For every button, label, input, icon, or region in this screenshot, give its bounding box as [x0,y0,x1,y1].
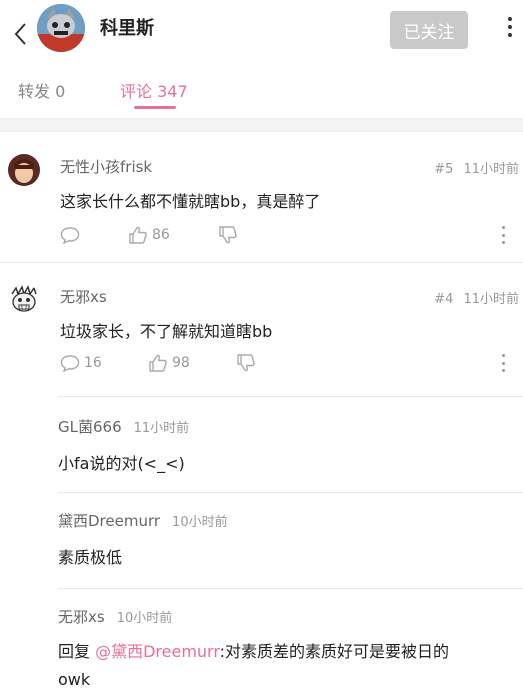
back-button[interactable] [8,20,32,48]
reply-text: 小fa说的对(<_<) [58,454,185,473]
comment-author[interactable]: 无邪xs [60,286,107,307]
reply-button[interactable] [60,226,84,244]
like-count: 98 [172,355,190,371]
like-button[interactable]: 98 [148,354,190,372]
active-tab-indicator [134,106,176,109]
reply-button[interactable]: 16 [60,354,102,372]
comment-time: 11小时前 [463,292,519,307]
comment-time: 11小时前 [463,162,519,177]
comment-item: 无性小孩frisk #5 11小时前 这家长什么都不懂就瞎bb，真是醉了 86 [0,132,523,262]
comment-text: 垃圾家长，不了解就知道瞎bb [60,322,273,341]
comment-bubble-icon [60,355,80,372]
follow-button[interactable]: 已关注 [390,11,468,49]
comment-meta: #5 11小时前 [424,158,519,177]
reply-item: GL菌666 11小时前 小fa说的对(<_<) [0,396,523,492]
tab-comments[interactable]: 评论 347 [120,78,188,102]
thumbs-up-icon [129,226,147,244]
avatar[interactable] [8,284,40,316]
comment-floor: #5 [434,162,454,177]
reply-count: 16 [84,355,102,371]
reply-item: 黛西Dreemurr 10小时前 素质极低 [0,492,523,588]
comment-meta: #4 11小时前 [424,288,519,307]
thumbs-down-icon [237,354,255,372]
thumbs-up-icon [149,354,167,372]
comment-floor: #4 [434,292,454,307]
reply-prefix: 回复 [58,642,96,661]
reply-author-line: 黛西Dreemurr 10小时前 [58,510,228,531]
top-bar: 科里斯 已关注 [0,0,523,62]
dislike-button[interactable] [218,226,242,244]
thumbs-down-icon [219,226,237,244]
more-vertical-icon[interactable] [500,14,520,40]
like-count: 86 [152,227,170,243]
reply-text: 回复 @黛西Dreemurr:对素质差的素质好可是要被日的 owk [58,638,518,694]
avatar[interactable] [8,154,40,186]
reply-author[interactable]: 黛西Dreemurr [58,512,160,530]
comment-more-icon[interactable] [500,226,506,244]
reply-author-line: 无邪xs 10小时前 [58,606,172,627]
dislike-button[interactable] [236,354,260,372]
reply-author-line: GL菌666 11小时前 [58,416,189,437]
tab-repost[interactable]: 转发 0 [18,78,65,102]
section-separator [0,118,523,132]
page-title: 科里斯 [100,18,154,39]
reply-body-line2: owk [58,670,91,689]
mention-link[interactable]: @黛西Dreemurr [95,642,220,661]
reply-time: 10小时前 [116,611,173,626]
reply-author[interactable]: GL菌666 [58,418,122,436]
comment-more-icon[interactable] [500,354,506,372]
comment-text: 这家长什么都不懂就瞎bb，真是醉了 [60,192,321,211]
comment-author[interactable]: 无性小孩frisk [60,156,152,177]
reply-author[interactable]: 无邪xs [58,608,105,626]
chevron-left-icon [14,23,26,45]
reply-body: :对素质差的素质好可是要被日的 [219,642,450,661]
comment-item: 无邪xs #4 11小时前 垃圾家长，不了解就知道瞎bb 16 98 [0,262,523,396]
like-button[interactable]: 86 [128,226,170,244]
reply-item: 无邪xs 10小时前 回复 @黛西Dreemurr:对素质差的素质好可是要被日的 o… [0,588,523,694]
profile-avatar[interactable] [37,4,85,52]
comment-bubble-icon [60,227,80,244]
reply-time: 11小时前 [133,421,190,436]
reply-text: 素质极低 [58,548,123,567]
tab-bar: 转发 0 评论 347 [0,70,523,110]
reply-time: 10小时前 [172,515,228,530]
